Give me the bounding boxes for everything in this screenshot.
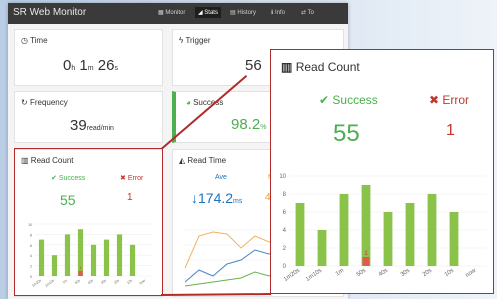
x-tick-label: 1m10s xyxy=(305,268,323,283)
rt-ave-number: 174.2 xyxy=(198,190,234,206)
nav-to-label: To xyxy=(307,10,314,16)
bar-success xyxy=(295,203,305,266)
time-m: 1 xyxy=(79,57,88,74)
success-value: 98.2% xyxy=(231,116,266,133)
time-m-unit: m xyxy=(87,65,94,72)
line-chart-icon: ◭ xyxy=(179,156,186,165)
read-time-chart xyxy=(183,229,279,287)
x-tick-label: 10s xyxy=(444,268,455,278)
navbar: SR Web Monitor ▦ Monitor ◢ Stats ▤ Histo… xyxy=(8,3,348,24)
y-tick-label: 2 xyxy=(283,246,287,252)
bar-success xyxy=(317,230,327,266)
trigger-title-text: Trigger xyxy=(185,36,211,45)
refresh-icon: ↻ xyxy=(21,98,28,107)
frequency-title: ↻ Frequency xyxy=(21,98,68,107)
nav-to[interactable]: ⇄ To xyxy=(301,9,314,16)
rt-ave-unit: ms xyxy=(233,198,243,205)
bar-error xyxy=(362,257,370,266)
nav-info[interactable]: ℹ Info xyxy=(271,9,285,16)
bar-success xyxy=(405,203,415,266)
zoom-title-text: Read Count xyxy=(295,60,360,74)
zoom-success-label: ✔ Success xyxy=(319,93,378,107)
pie-icon: ◕ xyxy=(186,98,191,107)
x-tick-label: 1m xyxy=(335,268,345,278)
time-s-unit: s xyxy=(114,65,118,72)
rt-min-line xyxy=(184,269,279,287)
time-h-unit: h xyxy=(71,65,76,72)
frequency-number: 39 xyxy=(70,117,87,134)
x-tick-label: 40s xyxy=(378,268,389,278)
trigger-title: ϟ Trigger xyxy=(179,36,211,45)
y-tick-label: 10 xyxy=(279,174,286,180)
frequency-title-text: Frequency xyxy=(29,98,68,107)
rt-ave-line xyxy=(184,249,279,283)
app-title[interactable]: SR Web Monitor xyxy=(13,7,86,18)
bar-success xyxy=(427,194,437,266)
time-title: ◷ Time xyxy=(21,36,48,45)
time-title-text: Time xyxy=(30,36,48,45)
zoom-error-label: ✖ Error xyxy=(429,93,470,107)
y-tick-label: 8 xyxy=(283,192,287,198)
nav-stats[interactable]: ◢ Stats xyxy=(195,7,221,18)
bar-chart-icon: ▥ xyxy=(281,60,293,74)
y-tick-label: 0 xyxy=(283,264,287,270)
zoom-error-value: 1 xyxy=(446,122,455,139)
zoom-success-value: 55 xyxy=(333,120,360,147)
nav-stats-label: Stats xyxy=(204,10,218,16)
rt-ave-value: ↓174.2ms xyxy=(191,190,243,206)
nav-info-label: Info xyxy=(274,10,285,16)
zoom-title: ▥ Read Count xyxy=(281,60,360,74)
success-unit: % xyxy=(260,124,267,131)
bar-success xyxy=(339,194,349,266)
clock-icon: ◷ xyxy=(21,36,28,45)
frequency-card: ↻ Frequency 39read/min xyxy=(14,91,163,143)
x-tick-label: now xyxy=(465,267,478,279)
y-tick-label: 4 xyxy=(283,228,287,234)
zoom-error-label-text: Error xyxy=(442,93,470,107)
zoom-success-label-text: Success xyxy=(332,93,378,107)
frequency-value: 39read/min xyxy=(70,117,114,134)
success-number: 98.2 xyxy=(231,116,261,133)
nav-history-label: History xyxy=(237,10,257,16)
time-s: 26 xyxy=(97,57,115,74)
x-tick-label: 50s xyxy=(356,268,367,278)
bar-success xyxy=(449,212,459,266)
time-value: 0h 1m 26s xyxy=(63,57,118,74)
time-card: ◷ Time 0h 1m 26s xyxy=(14,29,163,86)
trigger-value: 56 xyxy=(245,57,262,74)
y-tick-label: 6 xyxy=(283,210,287,216)
frequency-unit: read/min xyxy=(86,125,114,132)
x-tick-label: 30s xyxy=(400,268,411,278)
nav-monitor[interactable]: ▦ Monitor xyxy=(158,9,185,16)
bolt-icon: ϟ xyxy=(179,36,184,45)
read-count-zoom-panel: ▥ Read Count ✔ Success ✖ Error 55 1 10 8 6… xyxy=(270,49,494,294)
bar-success xyxy=(383,212,393,266)
x-tick-label: 20s xyxy=(422,268,433,278)
nav-history[interactable]: ▤ History xyxy=(230,9,256,16)
rt-ave-label: Ave xyxy=(215,174,227,181)
nav-monitor-label: Monitor xyxy=(165,10,186,16)
read-time-title: ◭ Read Time xyxy=(179,156,226,165)
zoom-source-frame xyxy=(14,148,163,296)
read-time-title-text: Read Time xyxy=(187,156,227,165)
read-count-chart: 10864201m20s 1m10s 1m150s 40s 30s 20s 10s now xyxy=(279,174,487,283)
x-tick-label: 1m20s xyxy=(283,268,301,283)
